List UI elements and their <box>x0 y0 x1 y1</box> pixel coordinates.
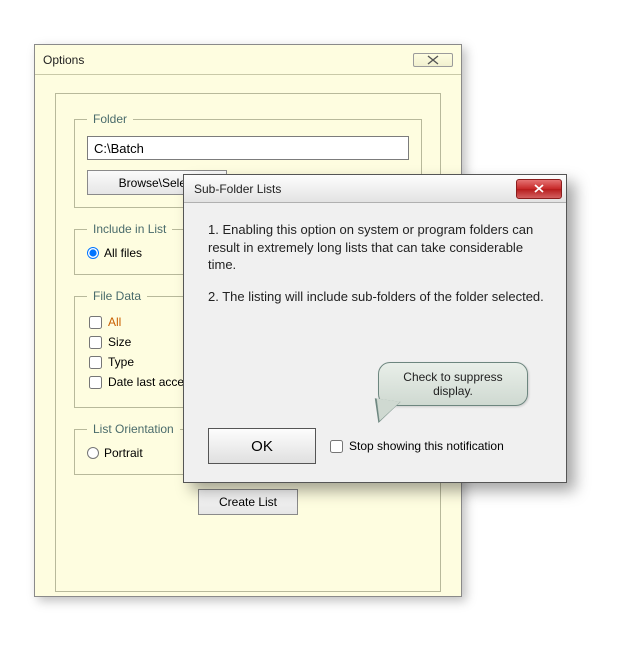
dialog-text-2: 2. The listing will include sub-folders … <box>208 288 546 306</box>
options-title: Options <box>43 53 84 67</box>
stop-showing-checkbox[interactable] <box>330 440 343 453</box>
orientation-legend: List Orientation <box>87 422 180 436</box>
portrait-label: Portrait <box>104 446 143 460</box>
close-icon <box>532 183 546 194</box>
folder-path-input[interactable] <box>87 136 409 160</box>
dialog-body: 1. Enabling this option on system or pro… <box>184 203 566 331</box>
close-icon <box>426 55 440 65</box>
filedata-type-label: Type <box>108 355 134 369</box>
filedata-size-label: Size <box>108 335 131 349</box>
portrait-radio[interactable] <box>87 447 99 459</box>
dialog-titlebar: Sub-Folder Lists <box>184 175 566 203</box>
filedata-size-checkbox[interactable] <box>89 336 102 349</box>
include-list-legend: Include in List <box>87 222 172 236</box>
options-close-button[interactable] <box>413 53 453 67</box>
subfolder-dialog: Sub-Folder Lists 1. Enabling this option… <box>183 174 567 483</box>
filedata-date-checkbox[interactable] <box>89 376 102 389</box>
filedata-all-checkbox[interactable] <box>89 316 102 329</box>
callout-text: Check to suppress display. <box>389 370 517 398</box>
options-titlebar: Options <box>35 45 461 75</box>
dialog-text-1: 1. Enabling this option on system or pro… <box>208 221 546 274</box>
file-data-legend: File Data <box>87 289 147 303</box>
dialog-title: Sub-Folder Lists <box>194 182 281 196</box>
dialog-close-button[interactable] <box>516 179 562 199</box>
callout-tooltip: Check to suppress display. <box>378 362 528 406</box>
all-files-label: All files <box>104 246 142 260</box>
filedata-all-label: All <box>108 315 121 329</box>
ok-button[interactable]: OK <box>208 428 316 464</box>
create-list-button[interactable]: Create List <box>198 489 298 515</box>
all-files-radio[interactable] <box>87 247 99 259</box>
stop-showing-label: Stop showing this notification <box>349 439 504 453</box>
folder-legend: Folder <box>87 112 133 126</box>
filedata-type-checkbox[interactable] <box>89 356 102 369</box>
